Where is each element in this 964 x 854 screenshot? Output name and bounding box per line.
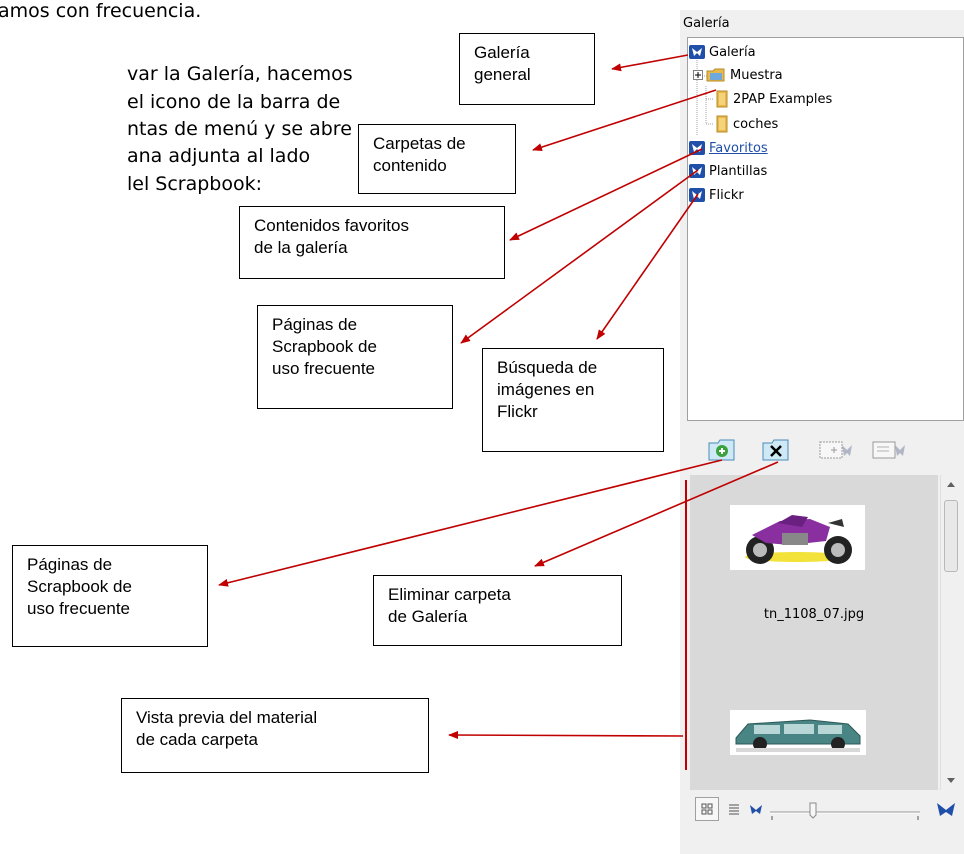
arrow-vista-previa: [448, 731, 684, 740]
arrow-paginas-scrapbook-1: [460, 169, 699, 344]
arrow-busqueda-flickr: [596, 193, 699, 340]
callout-arrows: [218, 54, 779, 740]
arrow-carpetas-contenido: [532, 89, 717, 151]
arrow-contenidos-favoritos: [509, 148, 703, 241]
arrow-eliminar-carpeta: [534, 461, 779, 567]
arrow-paginas-scrapbook-2: [218, 459, 723, 587]
arrow-galeria-general: [611, 54, 689, 72]
